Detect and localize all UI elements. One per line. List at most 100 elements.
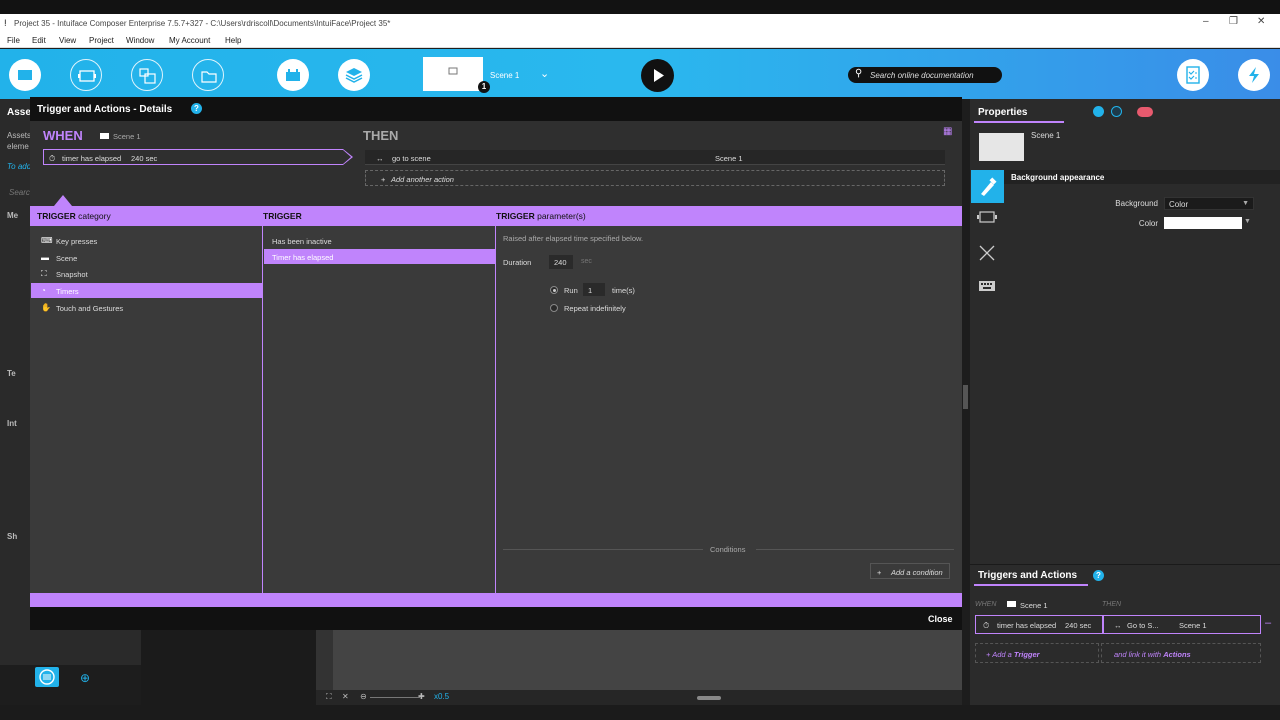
- trigger-has-been-inactive[interactable]: Has been inactive: [264, 233, 496, 248]
- quick-actions-button[interactable]: [1238, 59, 1270, 91]
- top-strip: [0, 0, 1280, 14]
- interfaces-button[interactable]: [70, 59, 102, 91]
- scene-canvas[interactable]: [333, 630, 962, 690]
- transform-icon[interactable]: [979, 245, 995, 261]
- scene-thumbnail-icon: [448, 67, 458, 75]
- then-action-row[interactable]: ↔ go to scene Scene 1: [365, 150, 945, 165]
- search-placeholder: Search online documentation: [870, 71, 974, 80]
- eraser-icon[interactable]: [1137, 107, 1153, 117]
- category-snapshot[interactable]: ⛶ Snapshot: [31, 266, 263, 281]
- ta-when-label: WHEN: [975, 601, 997, 608]
- layers-button[interactable]: [338, 59, 370, 91]
- files-button[interactable]: [192, 59, 224, 91]
- menu-help[interactable]: Help: [225, 36, 241, 45]
- splitter-handle[interactable]: [963, 385, 968, 409]
- layout-toggle-icon[interactable]: ▦: [943, 126, 952, 137]
- binding-icon[interactable]: [1111, 106, 1122, 117]
- help-icon[interactable]: [1093, 106, 1104, 117]
- assets-add-link[interactable]: To add: [7, 162, 31, 171]
- menu-view[interactable]: View: [59, 36, 76, 45]
- minimize-button[interactable]: –: [1203, 16, 1209, 27]
- color-picker-field[interactable]: [1164, 217, 1242, 229]
- when-label: WHEN: [43, 128, 83, 143]
- ta-scene-name: Scene 1: [1020, 601, 1048, 610]
- add-condition-button[interactable]: + Add a condition: [870, 563, 950, 579]
- assets-search-input[interactable]: Searc: [9, 188, 30, 197]
- then-action-target: Scene 1: [715, 154, 743, 163]
- assets-section-shapes[interactable]: Sh: [7, 532, 17, 541]
- collections-button[interactable]: [277, 59, 309, 91]
- category-touch-gestures[interactable]: ✋ Touch and Gestures: [31, 300, 263, 315]
- app-logo-icon: ⵑ: [4, 18, 7, 28]
- add-action-label: Add another action: [391, 175, 454, 184]
- menu-edit[interactable]: Edit: [32, 36, 46, 45]
- scene-number-badge: 1: [478, 81, 490, 93]
- scene-selector-label[interactable]: Scene 1: [490, 71, 519, 80]
- layers-icon: [345, 68, 363, 83]
- menu-file[interactable]: File: [7, 36, 20, 45]
- triggers-actions-help-icon[interactable]: ?: [1093, 570, 1104, 581]
- add-trigger-button[interactable]: + Add a Trigger: [975, 643, 1099, 663]
- link-actions-button[interactable]: and link it with Actions: [1101, 643, 1261, 663]
- params-header-bold: TRIGGER: [496, 211, 535, 221]
- run-radio[interactable]: [550, 286, 558, 294]
- close-window-button[interactable]: ✕: [1257, 16, 1265, 27]
- add-action-button[interactable]: + Add another action: [365, 170, 945, 186]
- background-select[interactable]: Color ▼: [1164, 197, 1254, 210]
- snapshot-icon: ⛶: [41, 269, 47, 278]
- ta-trigger-row[interactable]: ⏱ timer has elapsed 240 sec: [975, 615, 1103, 634]
- assets-section-interactive[interactable]: Int: [7, 419, 17, 428]
- zoom-out-icon[interactable]: ⊖: [360, 692, 367, 701]
- column-header-bar: TRIGGER category TRIGGER TRIGGER paramet…: [30, 206, 962, 226]
- duration-input[interactable]: 240: [549, 255, 573, 269]
- fit-icon[interactable]: ⛶: [326, 692, 332, 702]
- when-trigger-box[interactable]: ⏱ timer has elapsed 240 sec: [43, 149, 343, 165]
- assets-panel-title: Asse: [7, 107, 31, 118]
- assets-section-text[interactable]: Te: [7, 369, 16, 378]
- appearance-tab[interactable]: [971, 170, 1004, 203]
- timer-icon: ⏱: [49, 154, 56, 163]
- list-view-button[interactable]: [35, 667, 59, 687]
- link-prefix: and link it with: [1114, 650, 1164, 659]
- trigger-timer-has-elapsed[interactable]: Timer has elapsed: [264, 249, 496, 264]
- play-icon: [654, 69, 664, 82]
- repeat-radio[interactable]: [550, 304, 558, 312]
- search-documentation-input[interactable]: ⚲ Search online documentation: [848, 67, 1002, 83]
- category-timers[interactable]: ◔ Timers: [31, 283, 263, 298]
- close-dialog-button[interactable]: Close: [928, 614, 953, 624]
- category-key-presses[interactable]: ⌨ Key presses: [31, 233, 263, 248]
- maximize-button[interactable]: ❐: [1229, 16, 1238, 27]
- run-count-input[interactable]: 1: [583, 283, 605, 296]
- menu-my-account[interactable]: My Account: [169, 36, 210, 45]
- ta-action-row[interactable]: ↔ Go to S... Scene 1: [1103, 615, 1261, 634]
- dialog-help-icon[interactable]: ?: [191, 103, 202, 114]
- scenes-mode-button[interactable]: [9, 59, 41, 91]
- grid-view-icon[interactable]: ⊕: [80, 671, 90, 685]
- remove-trigger-button[interactable]: –: [1265, 617, 1271, 629]
- category-scene[interactable]: ▬ Scene: [31, 250, 263, 265]
- category-label: Touch and Gestures: [56, 304, 124, 313]
- color-dropdown-icon[interactable]: ▼: [1244, 218, 1251, 225]
- interface-assets-button[interactable]: [131, 59, 163, 91]
- menu-window[interactable]: Window: [126, 36, 154, 45]
- publish-checklist-button[interactable]: [1177, 59, 1209, 91]
- keyboard-icon: ⌨: [41, 236, 53, 245]
- canvas-toolbar: ⛶ ✕ ⊖ ✚ x0.5: [316, 690, 962, 705]
- assets-panel-footer: [0, 665, 141, 705]
- category-header: TRIGGER category: [37, 211, 111, 221]
- scene-thumbnail[interactable]: [423, 57, 483, 91]
- layout-icon[interactable]: [977, 210, 997, 224]
- background-appearance-title: Background appearance: [1011, 173, 1105, 182]
- zoom-in-icon[interactable]: ✚: [418, 692, 425, 701]
- assets-section-media[interactable]: Me: [7, 211, 18, 220]
- trigger-label: Timer has elapsed: [272, 253, 334, 262]
- keyboard-icon[interactable]: [979, 280, 995, 292]
- background-appearance-header[interactable]: Background appearance: [1004, 170, 1280, 184]
- play-button[interactable]: [641, 59, 674, 92]
- dialog-footer-bar: [30, 593, 962, 607]
- expand-icon[interactable]: ✕: [342, 692, 349, 701]
- zoom-slider[interactable]: [370, 697, 420, 698]
- horizontal-scrollbar[interactable]: [697, 696, 721, 700]
- chevron-down-icon[interactable]: ⌄: [540, 67, 549, 80]
- menu-project[interactable]: Project: [89, 36, 114, 45]
